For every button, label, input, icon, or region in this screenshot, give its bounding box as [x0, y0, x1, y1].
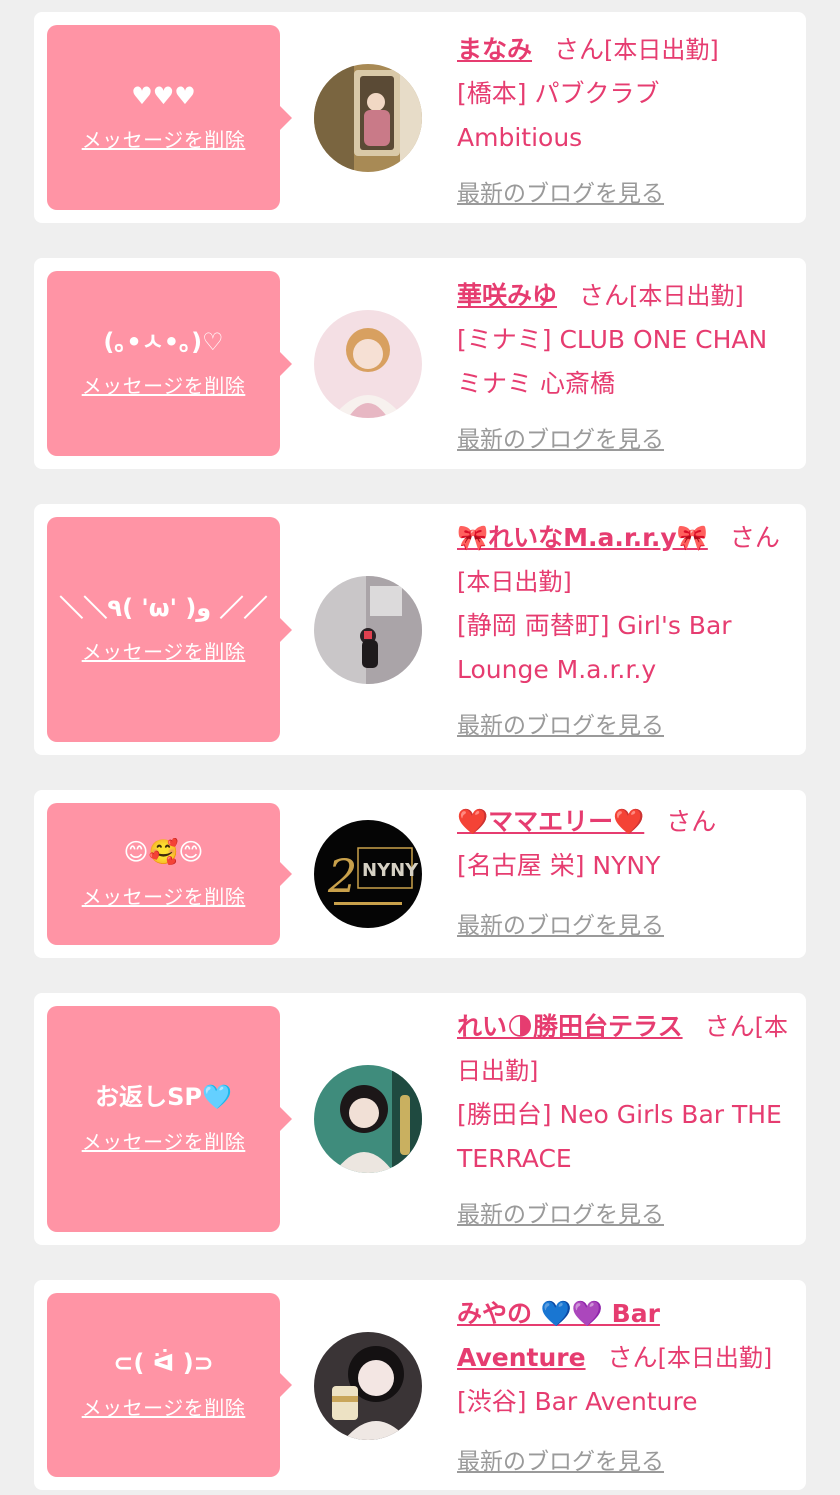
portrait-photo-icon: [314, 310, 422, 418]
store-info: [静岡 両替町] Girl's Bar Lounge M.a.r.r.y: [457, 611, 732, 684]
entry-info: 華咲みゆ さん[本日出勤] [ミナミ] CLUB ONE CHAN ミナミ 心斎橋: [457, 274, 792, 406]
message-card: ⊂( ᐛ )⊃ メッセージを削除 みやの 💙💜 Bar Aventure さん[本…: [34, 1280, 806, 1490]
cast-name-link[interactable]: ❤️ママエリー❤️: [457, 807, 644, 836]
avatar[interactable]: [314, 576, 422, 684]
cast-name-link[interactable]: れい🌗勝田台テラス: [457, 1012, 683, 1041]
avatar[interactable]: 2 NYNY: [314, 820, 422, 928]
message-card: お返しSP🩵 メッセージを削除 れい🌗勝田台テラス さん[本日出勤] [勝田台] …: [34, 993, 806, 1245]
honorific: さん: [579, 281, 630, 310]
nyny-logo-icon: 2 NYNY: [314, 820, 422, 928]
wall-photo-icon: [314, 576, 422, 684]
message-bubble: 😊🥰😊 メッセージを削除: [47, 803, 292, 945]
honorific: さん: [666, 807, 717, 836]
mirror-selfie-photo-icon: [314, 64, 422, 172]
entry-info: ❤️ママエリー❤️ さん [名古屋 栄] NYNY: [457, 800, 792, 888]
message-card: (｡•ㅅ•｡)♡ メッセージを削除 華咲みゆ さん[本日出勤] [ミナミ] CLU…: [34, 258, 806, 469]
message-bubble: ♥♥♥ メッセージを削除: [47, 25, 292, 210]
cast-name-link[interactable]: 華咲みゆ: [457, 281, 557, 310]
delete-message-link[interactable]: メッセージを削除: [82, 1392, 246, 1421]
honorific: さん: [607, 1343, 658, 1372]
selfie-cup-photo-icon: [314, 1332, 422, 1440]
avatar[interactable]: [314, 1332, 422, 1440]
honorific: さん: [554, 35, 605, 64]
latest-blog-link[interactable]: 最新のブログを見る: [457, 174, 664, 208]
latest-blog-link[interactable]: 最新のブログを見る: [457, 906, 664, 940]
latest-blog-link[interactable]: 最新のブログを見る: [457, 706, 664, 740]
entry-info: まなみ さん[本日出勤] [橋本] パブクラブ Ambitious: [457, 28, 792, 160]
honorific: さん: [729, 523, 780, 552]
delete-message-link[interactable]: メッセージを削除: [82, 370, 246, 399]
attendance-badge: [本日出勤]: [457, 568, 572, 596]
attendance-badge: [本日出勤]: [657, 1344, 773, 1372]
message-text: お返しSP🩵: [95, 1083, 232, 1112]
svg-text:NYNY: NYNY: [362, 860, 419, 881]
portrait-photo-icon: [314, 1065, 422, 1173]
delete-message-link[interactable]: メッセージを削除: [82, 124, 246, 153]
delete-message-link[interactable]: メッセージを削除: [82, 881, 246, 910]
honorific: さん: [704, 1012, 755, 1041]
message-text: ⊂( ᐛ )⊃: [113, 1349, 214, 1378]
svg-text:2: 2: [327, 849, 357, 903]
avatar[interactable]: [314, 64, 422, 172]
cast-name-link[interactable]: まなみ: [457, 35, 532, 64]
message-card: ♥♥♥ メッセージを削除 まなみ さん[本日出勤] [橋本] パブクラブ Ambi…: [34, 12, 806, 223]
store-info: [渋谷] Bar Aventure: [457, 1387, 698, 1416]
message-text: ＼＼٩( 'ω' )و ／／: [59, 593, 268, 622]
store-info: [ミナミ] CLUB ONE CHAN ミナミ 心斎橋: [457, 325, 768, 398]
message-text: (｡•ㅅ•｡)♡: [103, 327, 224, 356]
avatar[interactable]: [314, 1065, 422, 1173]
store-info: [橋本] パブクラブ Ambitious: [457, 79, 660, 152]
cast-name-link[interactable]: 🎀れいなM.a.r.r.y🎀: [457, 523, 708, 552]
entry-info: れい🌗勝田台テラス さん[本日出勤] [勝田台] Neo Girls Bar TH…: [457, 1005, 792, 1181]
message-bubble: お返しSP🩵 メッセージを削除: [47, 1006, 292, 1232]
message-bubble: ＼＼٩( 'ω' )و ／／ メッセージを削除: [47, 517, 292, 742]
latest-blog-link[interactable]: 最新のブログを見る: [457, 1442, 664, 1476]
message-bubble: ⊂( ᐛ )⊃ メッセージを削除: [47, 1293, 292, 1477]
message-list: ♥♥♥ メッセージを削除 まなみ さん[本日出勤] [橋本] パブクラブ Ambi…: [0, 0, 840, 1495]
delete-message-link[interactable]: メッセージを削除: [82, 636, 246, 665]
store-info: [勝田台] Neo Girls Bar THE TERRACE: [457, 1100, 782, 1173]
latest-blog-link[interactable]: 最新のブログを見る: [457, 420, 664, 454]
delete-message-link[interactable]: メッセージを削除: [82, 1126, 246, 1155]
entry-info: みやの 💙💜 Bar Aventure さん[本日出勤] [渋谷] Bar Ave…: [457, 1292, 792, 1424]
store-info: [名古屋 栄] NYNY: [457, 851, 661, 880]
message-card: ＼＼٩( 'ω' )و ／／ メッセージを削除 🎀れいなM.a.r.r.y🎀 さん…: [34, 504, 806, 755]
avatar[interactable]: [314, 310, 422, 418]
message-bubble: (｡•ㅅ•｡)♡ メッセージを削除: [47, 271, 292, 456]
latest-blog-link[interactable]: 最新のブログを見る: [457, 1195, 664, 1229]
message-text: 😊🥰😊: [123, 838, 204, 867]
message-text: ♥♥♥: [131, 81, 196, 110]
attendance-badge: [本日出勤]: [629, 282, 744, 310]
attendance-badge: [本日出勤]: [604, 36, 719, 64]
message-card: 😊🥰😊 メッセージを削除 2 NYNY ❤️ママエリー❤️ さん [名古屋 栄] …: [34, 790, 806, 958]
entry-info: 🎀れいなM.a.r.r.y🎀 さん [本日出勤] [静岡 両替町] Girl's B…: [457, 516, 792, 692]
